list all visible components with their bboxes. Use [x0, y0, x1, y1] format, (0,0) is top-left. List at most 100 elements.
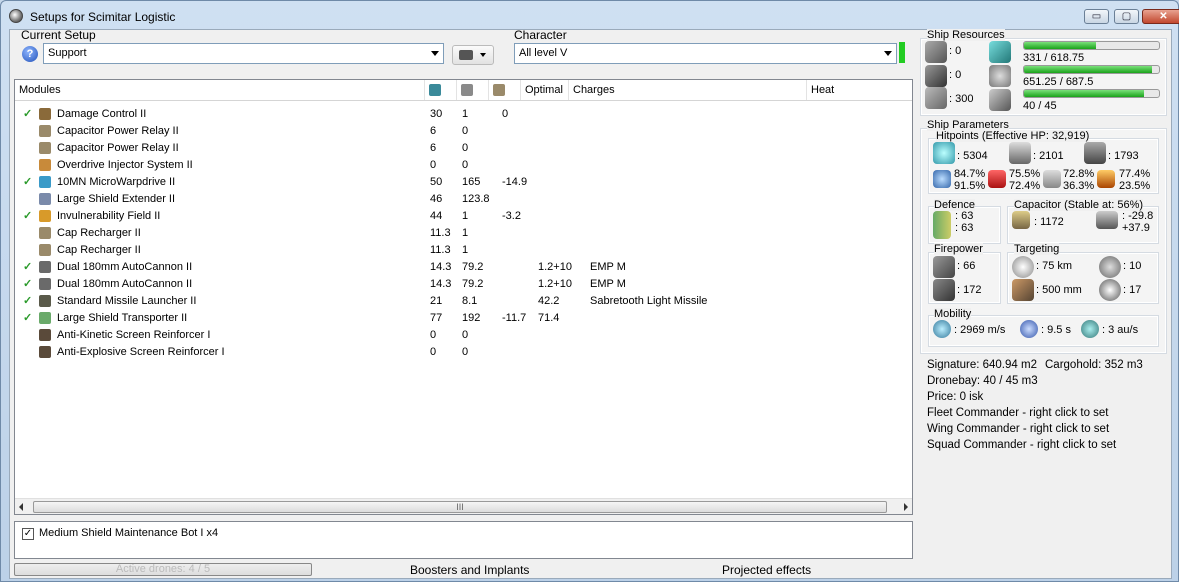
module-pg: 1	[462, 227, 469, 239]
module-icon	[39, 159, 51, 171]
resist-thermal-1: 75.5%	[1009, 168, 1041, 180]
hull-hp: : 1793	[1108, 150, 1139, 162]
module-check[interactable]: ✓	[23, 310, 32, 327]
cpu-icon	[429, 84, 441, 97]
module-check[interactable]: ✓	[23, 174, 32, 191]
module-icon	[39, 278, 51, 290]
hitpoints-label: Hitpoints (Effective HP: 32,919)	[936, 130, 1090, 142]
drone-checkbox[interactable]: ✓	[22, 528, 34, 540]
module-row[interactable]: Anti-Kinetic Screen Reinforcer I 0 0	[15, 327, 912, 344]
right-panel: Ship Resources : 0 : 0 : 300 331 / 618.7…	[920, 29, 1168, 576]
module-row[interactable]: ✓ Standard Missile Launcher II 21 8.1 42.2 Sa…	[15, 293, 912, 310]
current-setup-label: Current Setup	[21, 28, 96, 42]
turret-hardpoints-value: : 0	[949, 45, 962, 57]
module-name: Cap Recharger II	[57, 227, 141, 239]
module-row[interactable]: ✓ Damage Control II 30 1 0	[15, 106, 912, 123]
module-cap: 0	[502, 108, 509, 120]
turret-hardpoints-icon	[925, 41, 947, 63]
module-row[interactable]: ✓ Dual 180mm AutoCannon II 14.3 79.2 1.2+10 E…	[15, 259, 912, 276]
column-capacitor[interactable]	[489, 80, 521, 100]
modules-list[interactable]: Modules Optimal Charges Heat ✓ Damage Con…	[14, 79, 913, 515]
module-pg: 123.8	[462, 193, 490, 205]
squad-commander[interactable]: Squad Commander - right click to set	[927, 439, 1116, 451]
module-row[interactable]: Large Shield Extender II 46 123.8	[15, 191, 912, 208]
resist-kinetic-1: 72.8%	[1063, 168, 1095, 180]
resist-em-2: 91.5%	[954, 180, 986, 192]
module-charges: Sabretooth Light Missile	[590, 295, 708, 307]
defence-value-1: : 63	[955, 210, 974, 222]
capacitor-value: : 1172	[1034, 216, 1064, 228]
resist-em-1: 84.7%	[954, 168, 986, 180]
warp-speed-value: : 3 au/s	[1102, 324, 1139, 336]
module-check[interactable]: ✓	[23, 259, 32, 276]
title-bar[interactable]: Setups for Scimitar Logistic ▭ ▢ ✕	[1, 1, 1179, 30]
column-optimal[interactable]: Optimal	[521, 80, 569, 100]
minimize-button[interactable]: ▭	[1084, 9, 1109, 24]
wing-commander[interactable]: Wing Commander - right click to set	[927, 423, 1109, 435]
module-name: Anti-Kinetic Screen Reinforcer I	[57, 329, 211, 341]
resist-kinetic-2: 36.3%	[1063, 180, 1095, 192]
projected-effects-button[interactable]: Projected effects	[722, 563, 811, 577]
scroll-left-arrow[interactable]	[19, 503, 23, 511]
armor-hp: : 2101	[1033, 150, 1064, 162]
module-row[interactable]: Overdrive Injector System II 0 0	[15, 157, 912, 174]
module-check[interactable]: ✓	[23, 208, 32, 225]
boosters-implants-button[interactable]: Boosters and Implants	[410, 563, 529, 577]
module-cpu: 0	[430, 159, 437, 171]
scan-resolution-icon	[1012, 279, 1034, 301]
module-cpu: 6	[430, 125, 437, 137]
module-name: Cap Recharger II	[57, 244, 141, 256]
module-row[interactable]: Anti-Explosive Screen Reinforcer I 0 0	[15, 344, 912, 361]
fleet-commander[interactable]: Fleet Commander - right click to set	[927, 407, 1109, 419]
gun-icon	[459, 50, 473, 61]
thermal-resist-icon	[988, 170, 1006, 188]
em-resist-icon	[933, 170, 951, 188]
module-row[interactable]: ✓ Large Shield Transporter II 77 192 -11.7 71…	[15, 310, 912, 327]
client-area: Current Setup ? Support Character All le…	[9, 28, 1172, 579]
setup-select[interactable]: Support	[43, 43, 444, 64]
armor-icon	[1009, 142, 1031, 164]
character-select[interactable]: All level V	[514, 43, 897, 64]
drone-item[interactable]: Medium Shield Maintenance Bot I x4	[39, 527, 218, 539]
fitting-menu-button[interactable]	[452, 45, 494, 65]
character-status-indicator	[899, 42, 905, 63]
module-icon	[39, 312, 51, 324]
maximize-button[interactable]: ▢	[1114, 9, 1139, 24]
module-row[interactable]: Cap Recharger II 11.3 1	[15, 242, 912, 259]
app-icon	[9, 9, 23, 23]
module-cpu: 6	[430, 142, 437, 154]
cpu-icon	[989, 41, 1011, 63]
capacitor-icon	[493, 84, 505, 97]
column-modules[interactable]: Modules	[15, 80, 425, 100]
module-row[interactable]: Capacitor Power Relay II 6 0	[15, 140, 912, 157]
module-check[interactable]: ✓	[23, 106, 32, 123]
module-row[interactable]: Cap Recharger II 11.3 1	[15, 225, 912, 242]
cpu-bar	[1023, 41, 1160, 50]
velocity-icon	[933, 320, 951, 338]
scroll-right-arrow[interactable]	[904, 503, 908, 511]
module-icon	[39, 295, 51, 307]
column-powergrid[interactable]	[457, 80, 489, 100]
module-row[interactable]: ✓ 10MN MicroWarpdrive II 50 165 -14.9	[15, 174, 912, 191]
module-pg: 1	[462, 108, 469, 120]
horizontal-scrollbar[interactable]: III	[15, 498, 912, 514]
capacitor-recharge-icon	[1096, 211, 1118, 229]
column-charges[interactable]: Charges	[569, 80, 807, 100]
drones-list[interactable]: ✓ Medium Shield Maintenance Bot I x4	[14, 521, 913, 559]
targeting-range-icon	[1012, 256, 1034, 278]
character-label: Character	[514, 28, 567, 42]
column-heat[interactable]: Heat	[807, 80, 912, 100]
max-targets-icon	[1099, 256, 1121, 278]
scrollbar-thumb[interactable]: III	[33, 501, 887, 513]
module-pg: 0	[462, 125, 469, 137]
help-icon[interactable]: ?	[22, 46, 38, 62]
module-check[interactable]: ✓	[23, 276, 32, 293]
kinetic-resist-icon	[1043, 170, 1061, 188]
module-row[interactable]: Capacitor Power Relay II 6 0	[15, 123, 912, 140]
column-cpu[interactable]	[425, 80, 457, 100]
module-row[interactable]: ✓ Dual 180mm AutoCannon II 14.3 79.2 1.2+10 E…	[15, 276, 912, 293]
module-row[interactable]: ✓ Invulnerability Field II 44 1 -3.2	[15, 208, 912, 225]
close-button[interactable]: ✕	[1142, 9, 1179, 24]
module-cpu: 30	[430, 108, 443, 120]
module-check[interactable]: ✓	[23, 293, 32, 310]
